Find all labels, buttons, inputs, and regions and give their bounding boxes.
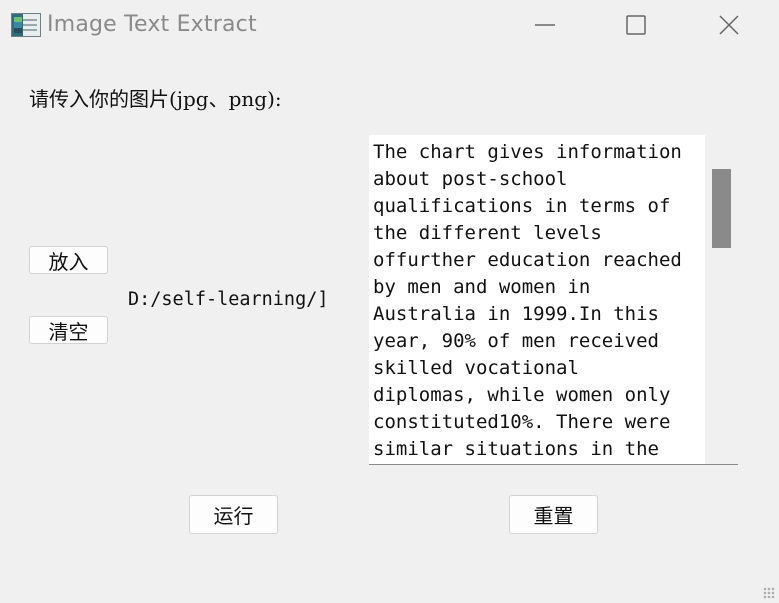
maximize-button[interactable] xyxy=(613,0,659,50)
scrollbar-thumb[interactable] xyxy=(712,169,731,248)
minimize-button[interactable] xyxy=(522,0,568,50)
title-bar: Image Text Extract xyxy=(0,0,779,52)
put-button[interactable]: 放入 xyxy=(29,246,108,274)
minimize-icon xyxy=(535,24,555,26)
maximize-icon xyxy=(626,15,646,35)
reset-button[interactable]: 重置 xyxy=(509,495,598,534)
run-button[interactable]: 运行 xyxy=(189,495,278,534)
clear-button[interactable]: 清空 xyxy=(29,316,108,344)
close-button[interactable] xyxy=(706,0,752,50)
window-title: Image Text Extract xyxy=(47,12,257,37)
extracted-text-area[interactable]: The chart gives information about post-s… xyxy=(369,135,738,465)
file-path-label: D:/self-learning/] xyxy=(128,289,329,310)
close-icon xyxy=(719,15,739,35)
image-prompt-label: 请传入你的图片(jpg、png): xyxy=(29,87,282,111)
app-icon xyxy=(11,13,41,37)
resize-grip-icon[interactable] xyxy=(763,587,775,599)
extracted-text: The chart gives information about post-s… xyxy=(373,141,682,460)
